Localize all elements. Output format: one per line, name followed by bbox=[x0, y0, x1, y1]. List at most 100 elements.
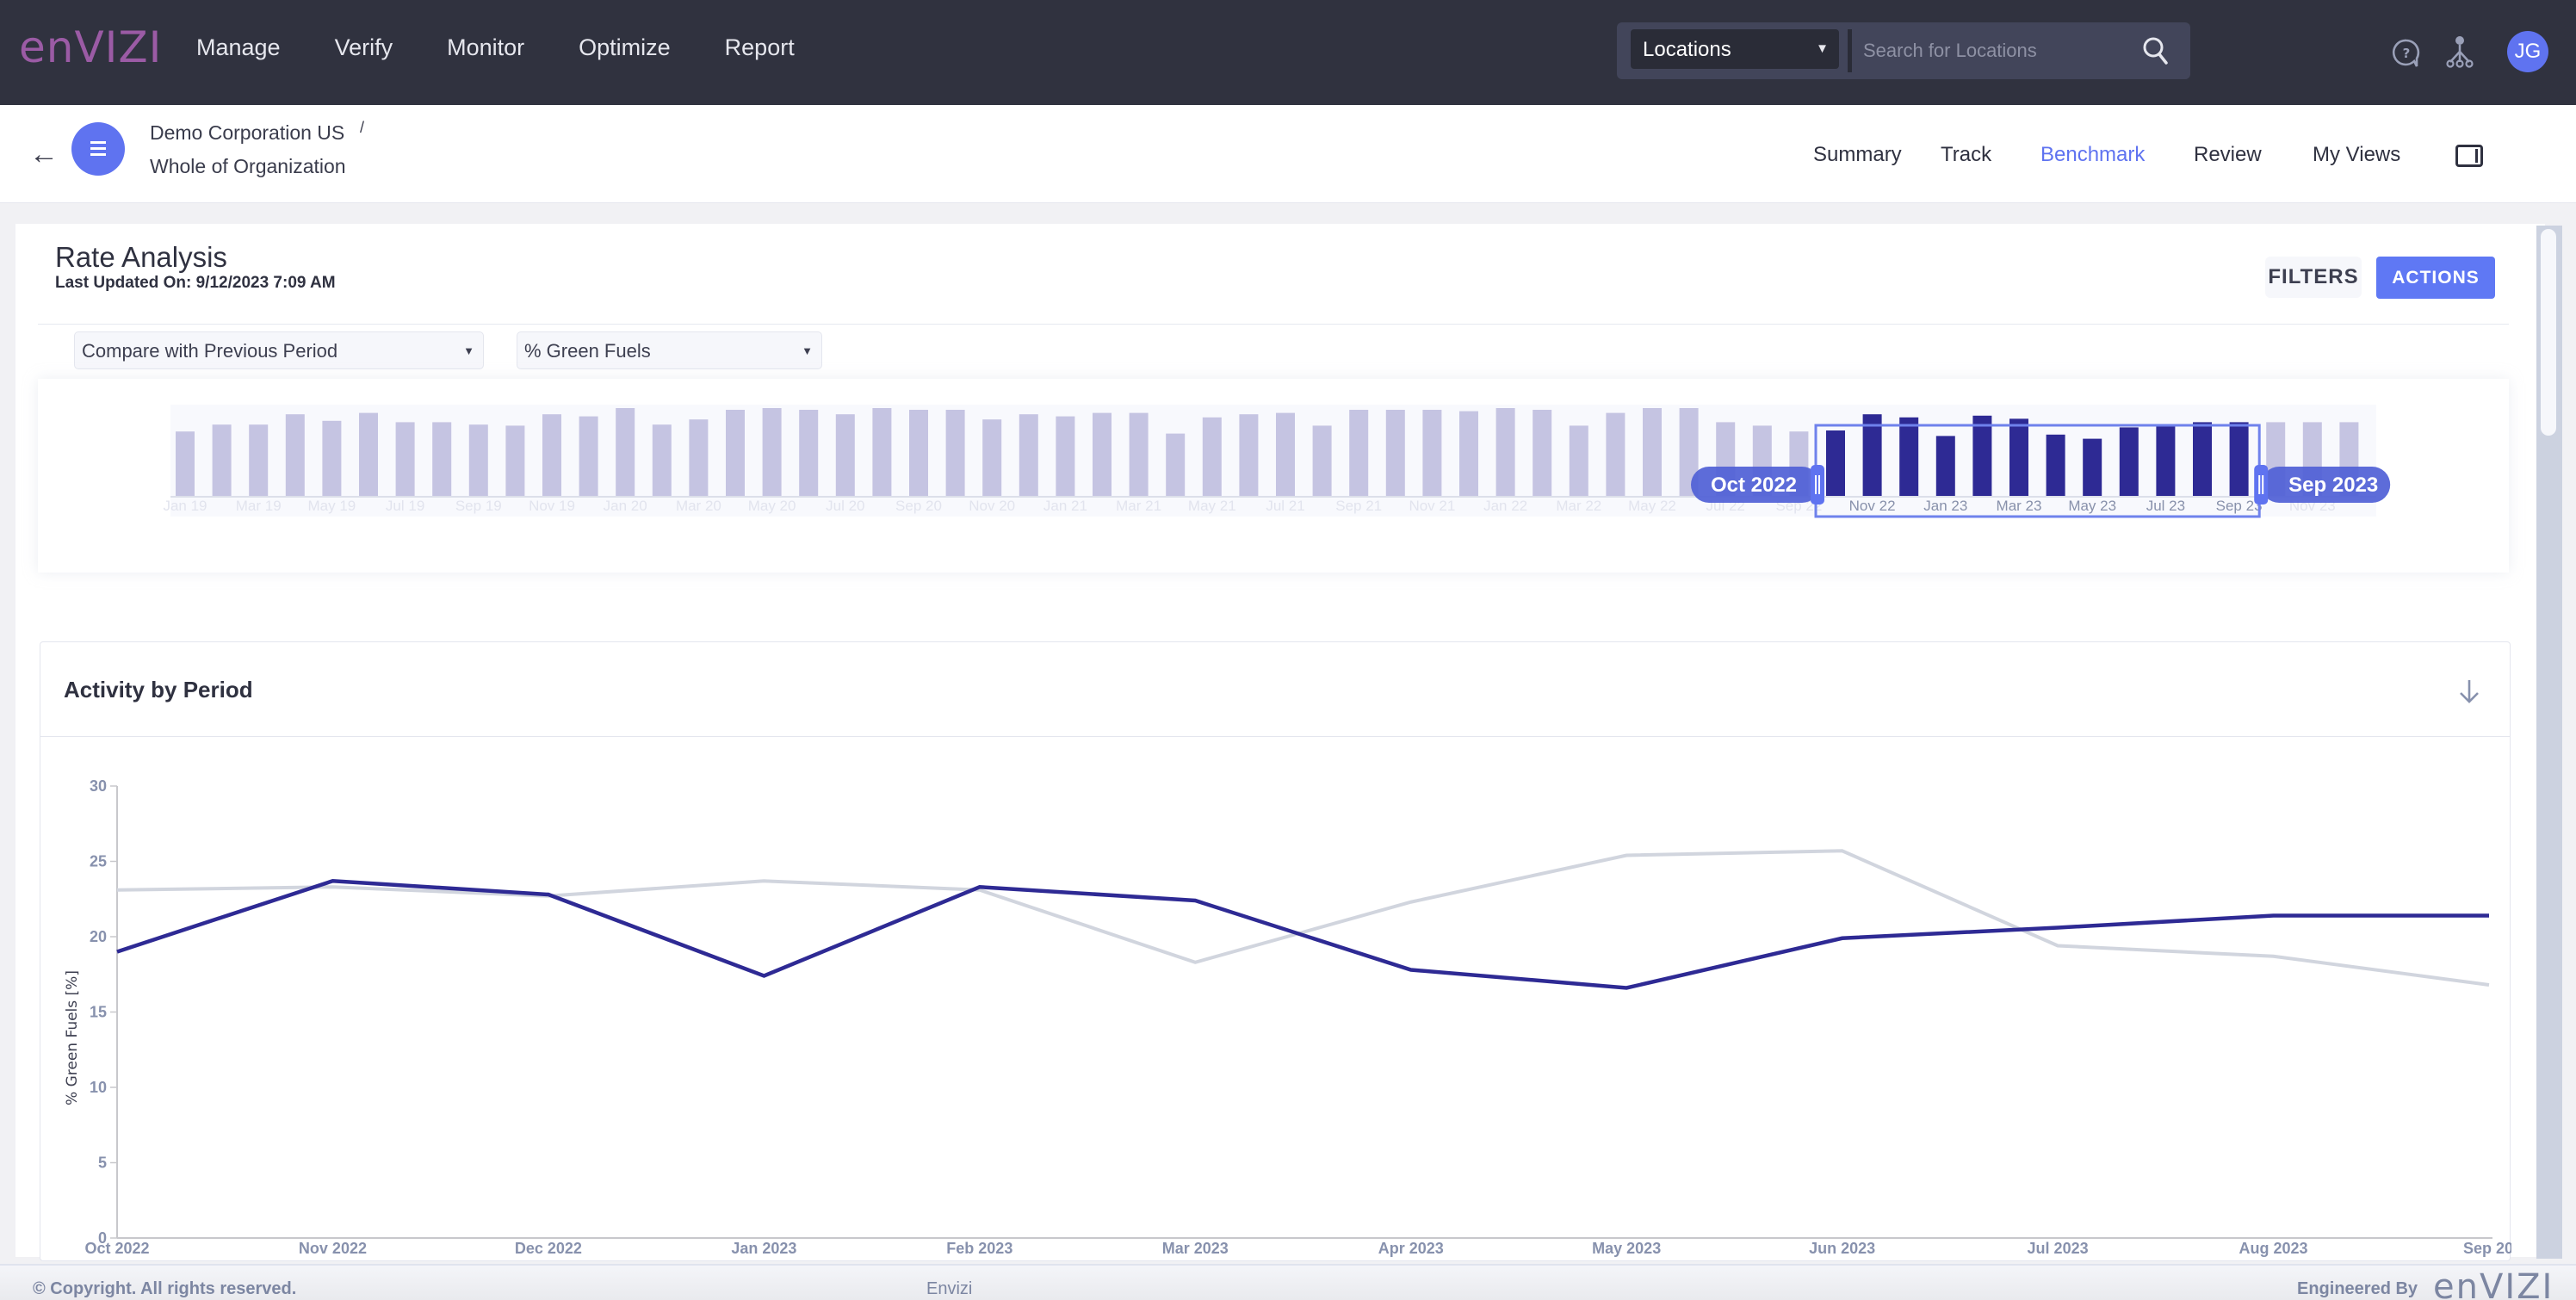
navigator-bar bbox=[395, 422, 415, 496]
y-tick-label: 10 bbox=[90, 1079, 107, 1096]
navigator-bar bbox=[1349, 410, 1369, 496]
tab-track[interactable]: Track bbox=[1941, 143, 1991, 167]
svg-text:?: ? bbox=[2403, 46, 2411, 61]
scrollbar-thumb[interactable] bbox=[2541, 229, 2556, 436]
hierarchy-icon[interactable] bbox=[2445, 34, 2474, 69]
navigator-bar bbox=[1093, 412, 1112, 496]
navigator-bar bbox=[505, 425, 525, 496]
date-range-navigator: Jan 19 Mar 19 May 19 Jul 19 Sep 19 Nov 19 Jan … bbox=[38, 379, 2509, 573]
compare-period-select[interactable]: Compare with Previous Period ▼ bbox=[74, 331, 484, 369]
footer-envizi-logo: enVIZI bbox=[2433, 1267, 2554, 1300]
navigator-bar bbox=[2193, 422, 2212, 496]
x-tick-label: Mar 2023 bbox=[1162, 1240, 1229, 1257]
navigator-tick-label: Jan 21 bbox=[1043, 498, 1087, 514]
navigator-tick-label: May 23 bbox=[2068, 498, 2116, 514]
location-type-select[interactable]: Locations ▼ bbox=[1631, 29, 1839, 69]
navigator-bar bbox=[945, 410, 965, 496]
navigator-bar bbox=[2156, 424, 2176, 496]
envizi-logo[interactable]: enVIZI bbox=[19, 22, 162, 72]
navigator-bar bbox=[1239, 414, 1259, 496]
x-tick-label: Aug 2023 bbox=[2239, 1240, 2308, 1257]
nav-verify[interactable]: Verify bbox=[335, 34, 393, 61]
tab-review[interactable]: Review bbox=[2194, 143, 2262, 167]
search-icon[interactable] bbox=[2142, 36, 2168, 65]
navigator-bar bbox=[652, 424, 672, 496]
navigator-bar bbox=[468, 424, 488, 496]
breadcrumb-scope[interactable]: Whole of Organization bbox=[150, 155, 346, 178]
nav-optimize[interactable]: Optimize bbox=[579, 34, 671, 61]
navigator-bar bbox=[2119, 427, 2139, 496]
navigator-tick-label: Nov 20 bbox=[969, 498, 1015, 514]
navigator-bar bbox=[1422, 410, 1442, 496]
navigator-bar bbox=[2229, 422, 2249, 496]
navigator-bar bbox=[1495, 408, 1515, 496]
navigator-bar bbox=[689, 419, 709, 496]
navigator-bar bbox=[616, 408, 635, 496]
navigator-tick-label: Jul 23 bbox=[2146, 498, 2185, 514]
navigator-bar bbox=[1276, 412, 1295, 496]
help-icon[interactable]: ? bbox=[2392, 38, 2421, 69]
x-tick-label: Jun 2023 bbox=[1809, 1240, 1875, 1257]
context-header: ← Demo Corporation US / Whole of Organiz… bbox=[0, 105, 2576, 203]
search-input[interactable] bbox=[1863, 34, 2147, 67]
tab-benchmark[interactable]: Benchmark bbox=[2040, 143, 2145, 167]
user-avatar[interactable]: JG bbox=[2507, 31, 2548, 72]
y-tick-label: 25 bbox=[90, 853, 107, 870]
menu-line bbox=[90, 153, 106, 156]
back-arrow-icon[interactable]: ← bbox=[29, 138, 59, 171]
caret-down-icon: ▼ bbox=[1816, 41, 1829, 56]
y-tick-label: 5 bbox=[98, 1155, 107, 1172]
breadcrumb-organization[interactable]: Demo Corporation US bbox=[150, 121, 344, 145]
navigator-bar bbox=[2009, 418, 2028, 496]
navigator-bar bbox=[1826, 430, 1845, 496]
activity-by-period-panel: Activity by Period 0 5 10 15 20 25 30% Green F… bbox=[40, 641, 2511, 1261]
y-axis-label: % Green Fuels [%] bbox=[64, 970, 81, 1105]
navigator-tick-label: Sep 19 bbox=[455, 498, 502, 514]
nav-report[interactable]: Report bbox=[725, 34, 795, 61]
nav-monitor[interactable]: Monitor bbox=[447, 34, 524, 61]
navigator-bar bbox=[762, 408, 782, 496]
navigator-bar bbox=[1019, 414, 1038, 496]
caret-down-icon: ▼ bbox=[463, 344, 474, 357]
navigator-bar bbox=[322, 420, 342, 496]
navigator-tick-label: Nov 21 bbox=[1409, 498, 1455, 514]
navigator-bar bbox=[579, 416, 598, 496]
range-start-handle[interactable] bbox=[1811, 465, 1824, 505]
filters-button[interactable]: FILTERS bbox=[2265, 257, 2362, 298]
navigator-chart[interactable]: Jan 19 Mar 19 May 19 Jul 19 Sep 19 Nov 19 Jan … bbox=[38, 379, 2509, 573]
navigator-tick-label: Sep 20 bbox=[895, 498, 942, 514]
breadcrumb-separator: / bbox=[360, 119, 365, 136]
side-panel-toggle-icon[interactable] bbox=[2455, 145, 2483, 167]
nav-manage[interactable]: Manage bbox=[196, 34, 281, 61]
page-scrollbar[interactable] bbox=[2536, 226, 2562, 1259]
last-updated-text: Last Updated On: 9/12/2023 7:09 AM bbox=[55, 274, 336, 292]
navigator-bar bbox=[176, 431, 195, 496]
navigator-tick-label: Nov 22 bbox=[1849, 498, 1896, 514]
navigator-bar bbox=[872, 408, 892, 496]
navigator-bar bbox=[1312, 425, 1332, 496]
navigator-bar bbox=[1899, 417, 1919, 496]
main-menu: Manage Verify Monitor Optimize Report bbox=[196, 34, 849, 61]
metric-select[interactable]: % Green Fuels ▼ bbox=[517, 331, 822, 369]
navigator-bar bbox=[542, 414, 561, 496]
copyright-text: © Copyright. All rights reserved. bbox=[33, 1279, 297, 1298]
navigator-tick-label: Jan 23 bbox=[1923, 498, 1967, 514]
x-tick-label: Dec 2022 bbox=[515, 1240, 582, 1257]
y-tick-label: 15 bbox=[90, 1004, 107, 1021]
navigator-tick-label: Jul 21 bbox=[1266, 498, 1304, 514]
navigator-bar bbox=[909, 410, 928, 496]
x-tick-label: Sep 20 bbox=[2463, 1240, 2511, 1257]
range-end-handle[interactable] bbox=[2254, 465, 2269, 505]
actions-button[interactable]: ACTIONS bbox=[2376, 257, 2495, 299]
divider bbox=[38, 324, 2509, 325]
hamburger-menu-button[interactable] bbox=[71, 122, 125, 176]
range-end-label: Sep 2023 bbox=[2288, 474, 2378, 497]
series-line-previous-period bbox=[116, 849, 2490, 987]
tab-my-views[interactable]: My Views bbox=[2313, 143, 2400, 167]
navigator-bar bbox=[726, 410, 745, 496]
range-start-label: Oct 2022 bbox=[1711, 474, 1797, 497]
tab-summary[interactable]: Summary bbox=[1813, 143, 1902, 167]
location-search: Locations ▼ bbox=[1617, 22, 2190, 79]
y-tick-label: 20 bbox=[90, 928, 107, 945]
navigator-tick-label: May 19 bbox=[308, 498, 356, 514]
